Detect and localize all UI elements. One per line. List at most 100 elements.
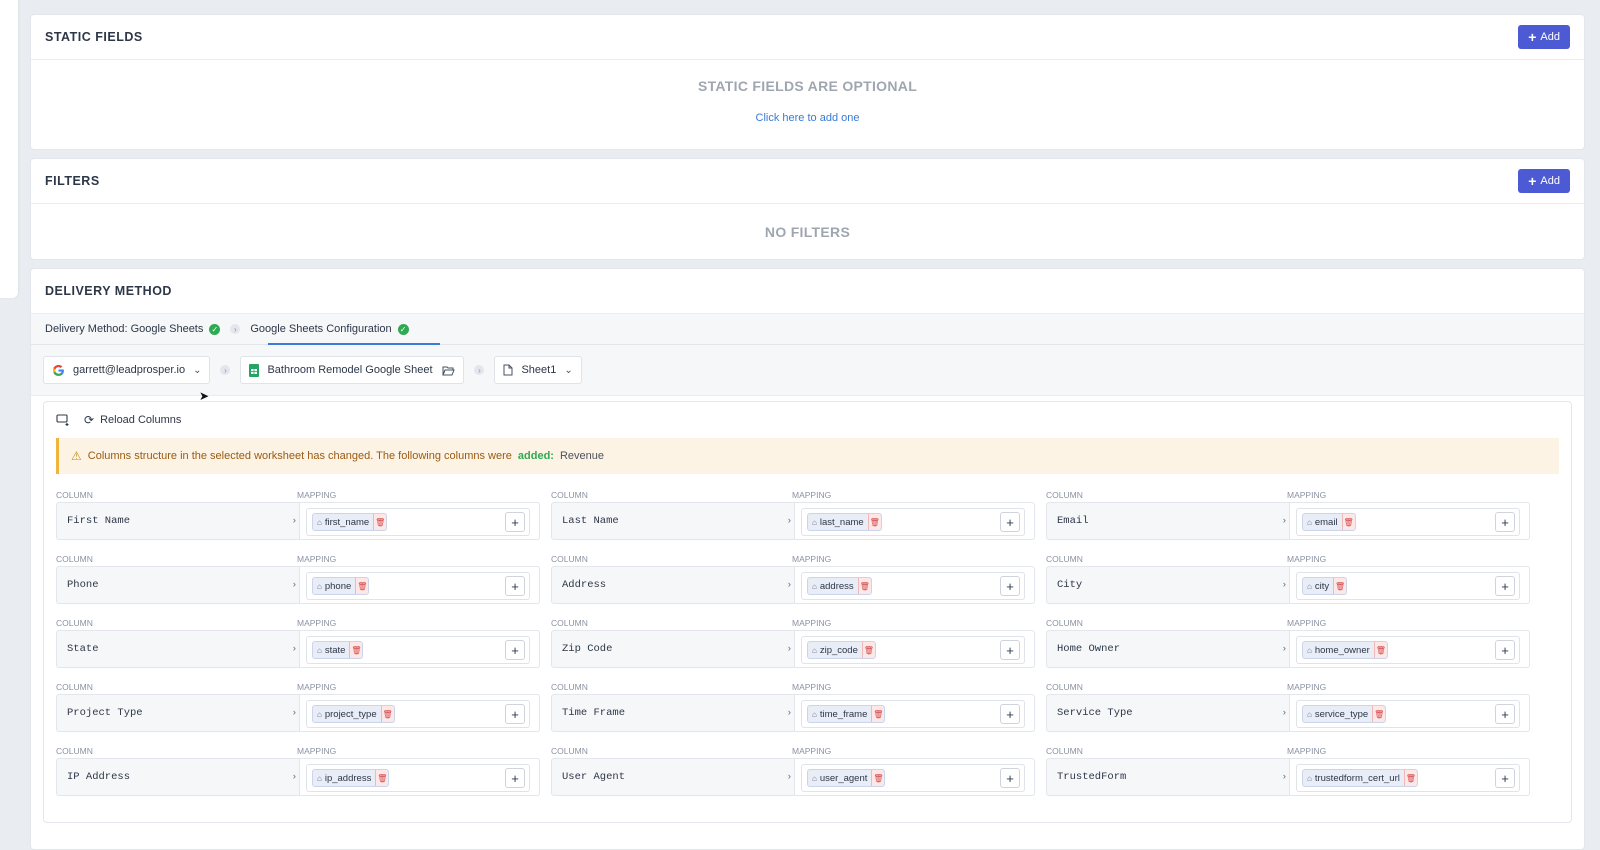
mapping-row: COLUMN MAPPING Project Type › ⌂ project_type 🗑…: [56, 682, 540, 738]
add-mapping-button[interactable]: +: [505, 704, 525, 724]
trash-icon[interactable]: 🗑: [871, 770, 885, 786]
mapping-field[interactable]: ⌂ last_name 🗑 +: [801, 508, 1025, 536]
mapping-tag[interactable]: ⌂ time_frame 🗑: [807, 705, 886, 723]
mapping-tag-text: ip_address: [324, 772, 372, 784]
add-mapping-button[interactable]: +: [505, 640, 525, 660]
mapping-tag-text: city: [1314, 580, 1330, 592]
trash-icon[interactable]: 🗑: [867, 514, 881, 530]
mapping-tag[interactable]: ⌂ ip_address 🗑: [312, 769, 390, 787]
mapping-field[interactable]: ⌂ time_frame 🗑 +: [801, 700, 1025, 728]
spreadsheet-select[interactable]: Bathroom Remodel Google Sheet: [240, 356, 465, 384]
file-icon: [503, 364, 513, 376]
add-mapping-button[interactable]: +: [1495, 640, 1515, 660]
add-mapping-button[interactable]: +: [1000, 512, 1020, 532]
mapping-tag[interactable]: ⌂ city 🗑: [1302, 577, 1348, 595]
tab-delivery-method[interactable]: Delivery Method: Google Sheets ✓: [45, 314, 221, 344]
add-static-field-label: Add: [1540, 31, 1560, 43]
mapping-tag[interactable]: ⌂ project_type 🗑: [312, 705, 395, 723]
worksheet-select[interactable]: Sheet1 ⌄: [494, 356, 582, 384]
chevron-right-icon: ›: [1281, 772, 1287, 782]
mapping-field[interactable]: ⌂ project_type 🗑 +: [306, 700, 530, 728]
add-mapping-button[interactable]: +: [505, 576, 525, 596]
trash-icon[interactable]: 🗑: [1341, 514, 1355, 530]
add-static-field-button[interactable]: + Add: [1518, 25, 1570, 49]
add-mapping-button[interactable]: +: [1495, 704, 1515, 724]
screen-add-icon[interactable]: [56, 414, 70, 426]
mapping-row: COLUMN MAPPING First Name › ⌂ first_name 🗑 +: [56, 490, 540, 546]
mapping-tag[interactable]: ⌂ user_agent 🗑: [807, 769, 886, 787]
add-mapping-button[interactable]: +: [1000, 640, 1020, 660]
mapping-field[interactable]: ⌂ trustedform_cert_url 🗑 +: [1296, 764, 1520, 792]
mapping-field[interactable]: ⌂ service_type 🗑 +: [1296, 700, 1520, 728]
alert-text: Columns structure in the selected worksh…: [87, 450, 512, 462]
mapping-field[interactable]: ⌂ user_agent 🗑 +: [801, 764, 1025, 792]
mapping-row: COLUMN MAPPING Email › ⌂ email 🗑 +: [1046, 490, 1530, 546]
trash-icon[interactable]: 🗑: [380, 706, 394, 722]
mapping-tag[interactable]: ⌂ first_name 🗑: [312, 513, 388, 531]
column-label: COLUMN: [1046, 746, 1083, 756]
add-mapping-button[interactable]: +: [1000, 768, 1020, 788]
mapping-label: MAPPING: [792, 618, 832, 628]
add-mapping-button[interactable]: +: [1000, 576, 1020, 596]
mapping-tag[interactable]: ⌂ address 🗑: [807, 577, 872, 595]
trash-icon[interactable]: 🗑: [857, 578, 871, 594]
mapping-field[interactable]: ⌂ zip_code 🗑 +: [801, 636, 1025, 664]
mouse-cursor-icon: ➤: [199, 389, 210, 403]
plus-icon: +: [1528, 173, 1537, 189]
add-static-field-link[interactable]: Click here to add one: [31, 112, 1584, 124]
add-mapping-button[interactable]: +: [1495, 512, 1515, 532]
mapping-field[interactable]: ⌂ ip_address 🗑 +: [306, 764, 530, 792]
chevron-right-icon: ›: [786, 516, 792, 526]
mapping-field[interactable]: ⌂ first_name 🗑 +: [306, 508, 530, 536]
mapping-tag[interactable]: ⌂ email 🗑: [1302, 513, 1356, 531]
trash-icon[interactable]: 🗑: [349, 642, 363, 658]
static-fields-title: STATIC FIELDS: [45, 30, 143, 44]
column-mapping-panel: ⟳ Reload Columns ⚠ Columns structure in …: [43, 401, 1572, 823]
add-filter-button[interactable]: + Add: [1518, 169, 1570, 193]
mapping-tag[interactable]: ⌂ zip_code 🗑: [807, 641, 876, 659]
mapping-field[interactable]: ⌂ email 🗑 +: [1296, 508, 1520, 536]
delivery-tabs: Delivery Method: Google Sheets ✓ › Googl…: [31, 314, 1584, 345]
alert-status: added:: [517, 450, 554, 462]
trash-icon[interactable]: 🗑: [861, 642, 875, 658]
mapping-tag[interactable]: ⌂ service_type 🗑: [1302, 705, 1387, 723]
trash-icon[interactable]: 🗑: [1372, 706, 1386, 722]
trash-icon[interactable]: 🗑: [1373, 642, 1387, 658]
mapping-tag[interactable]: ⌂ trustedform_cert_url 🗑: [1302, 769, 1418, 787]
add-mapping-button[interactable]: +: [505, 512, 525, 532]
mapping-tag[interactable]: ⌂ last_name 🗑: [807, 513, 882, 531]
chevron-right-icon: ›: [291, 708, 297, 718]
trash-icon[interactable]: 🗑: [871, 706, 885, 722]
trash-icon[interactable]: 🗑: [1403, 770, 1417, 786]
mapping-field[interactable]: ⌂ state 🗑 +: [306, 636, 530, 664]
chevron-right-icon: ›: [1281, 644, 1287, 654]
add-mapping-button[interactable]: +: [1495, 576, 1515, 596]
column-name-text: Email: [1057, 515, 1089, 527]
mapping-tag[interactable]: ⌂ home_owner 🗑: [1302, 641, 1388, 659]
add-mapping-button[interactable]: +: [505, 768, 525, 788]
google-account-select[interactable]: garrett@leadprosper.io ⌄: [43, 356, 211, 384]
add-mapping-button[interactable]: +: [1000, 704, 1020, 724]
folder-open-icon[interactable]: [442, 365, 456, 376]
tag-icon: ⌂: [317, 517, 322, 527]
trash-icon[interactable]: 🗑: [373, 514, 387, 530]
reload-columns-button[interactable]: ⟳ Reload Columns: [84, 413, 181, 427]
mapping-cell: ⌂ last_name 🗑 +: [795, 502, 1035, 540]
mapping-field[interactable]: ⌂ phone 🗑 +: [306, 572, 530, 600]
tab-google-sheets-configuration[interactable]: Google Sheets Configuration ✓: [250, 314, 409, 344]
mapping-label: MAPPING: [1287, 618, 1327, 628]
trash-icon[interactable]: 🗑: [355, 578, 369, 594]
trash-icon[interactable]: 🗑: [375, 770, 389, 786]
mapping-field[interactable]: ⌂ city 🗑 +: [1296, 572, 1520, 600]
mapping-field[interactable]: ⌂ home_owner 🗑 +: [1296, 636, 1520, 664]
add-mapping-button[interactable]: +: [1495, 768, 1515, 788]
mapping-tag-text: project_type: [324, 708, 377, 720]
mapping-tag-text: home_owner: [1314, 644, 1370, 656]
chevron-right-icon: ›: [786, 644, 792, 654]
mapping-tag-text: user_agent: [819, 772, 868, 784]
chevron-right-icon: ›: [1281, 708, 1287, 718]
mapping-field[interactable]: ⌂ address 🗑 +: [801, 572, 1025, 600]
mapping-tag[interactable]: ⌂ state 🗑: [312, 641, 364, 659]
trash-icon[interactable]: 🗑: [1333, 578, 1347, 594]
mapping-tag[interactable]: ⌂ phone 🗑: [312, 577, 370, 595]
